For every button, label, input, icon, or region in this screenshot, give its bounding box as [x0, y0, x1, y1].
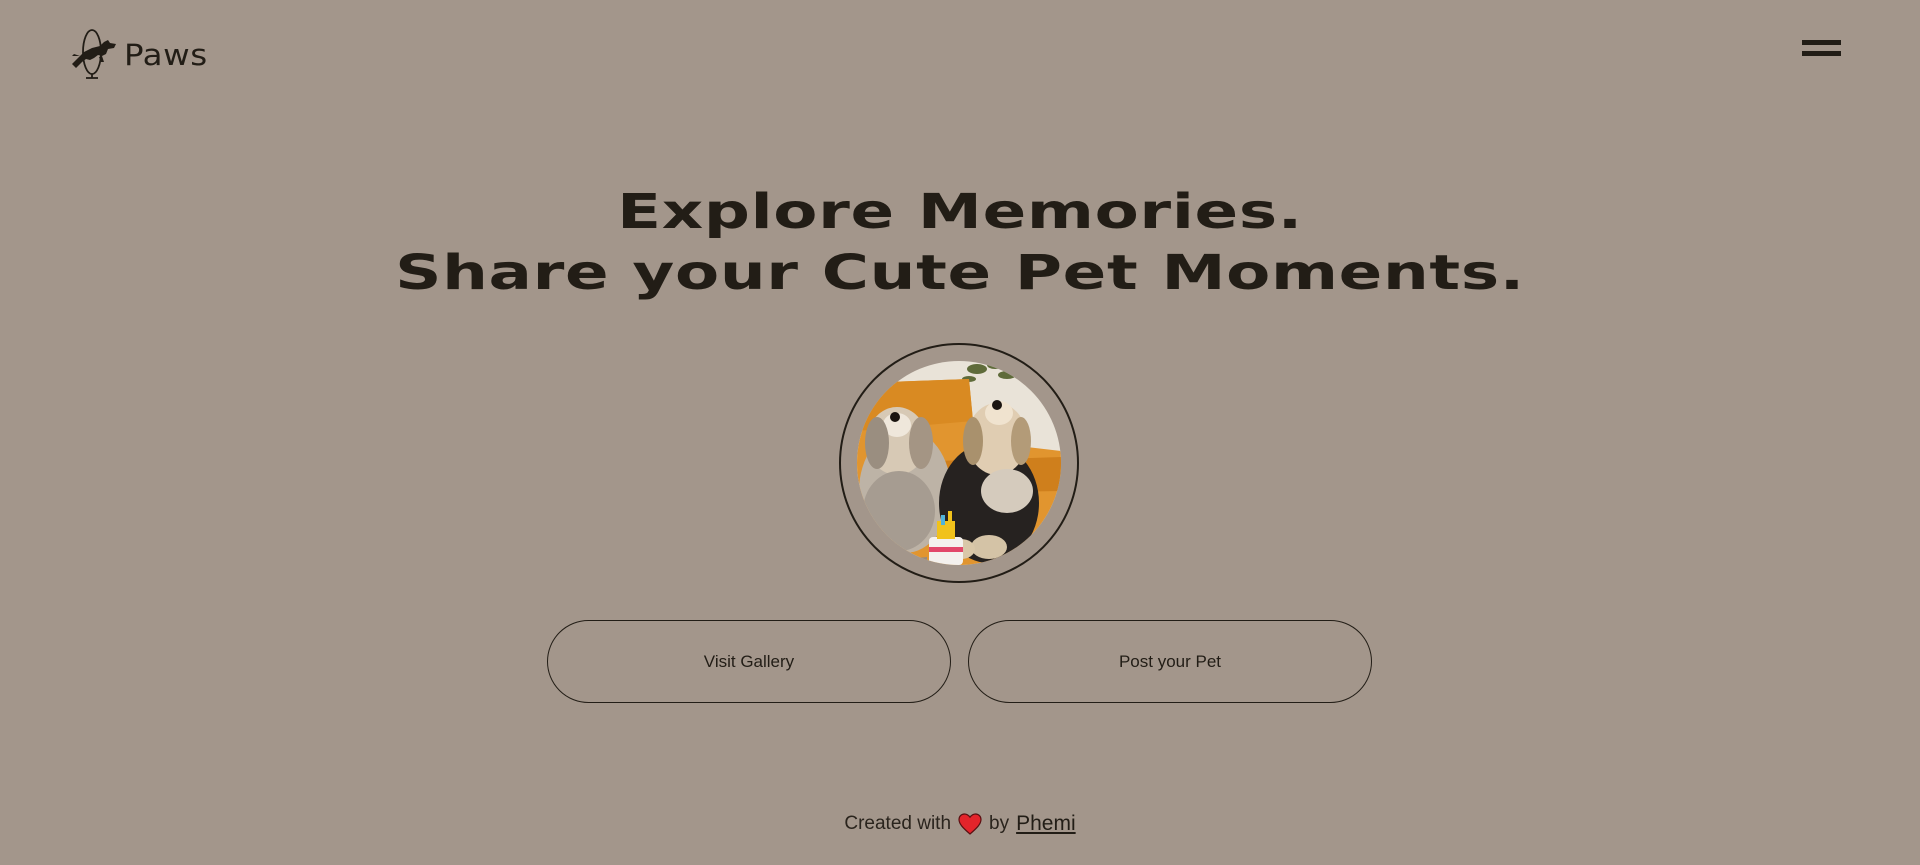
footer-created-with: Created with	[844, 813, 952, 834]
logo-text: Paws	[124, 37, 208, 72]
dogs-illustration	[857, 361, 1061, 565]
hero-title: Explore Memories. Share your Cute Pet Mo…	[0, 182, 1920, 304]
hero-title-line-1: Explore Memories.	[617, 184, 1303, 240]
site-footer: Created with by Phemi	[0, 812, 1920, 836]
footer-by-text: by	[989, 813, 1010, 834]
logo-link[interactable]: Paws	[68, 28, 207, 82]
author-link[interactable]: Phemi	[1016, 812, 1076, 836]
jumping-dog-hoop-icon	[72, 29, 116, 79]
post-your-pet-button[interactable]: Post your Pet	[968, 620, 1372, 703]
heart-icon	[958, 813, 982, 835]
hero-title-line-2: Share your Cute Pet Moments.	[395, 245, 1525, 301]
menu-bar-top	[1802, 40, 1841, 45]
site-header: Paws	[0, 0, 1920, 110]
hamburger-menu-button[interactable]	[1798, 36, 1842, 60]
pet-image-frame	[839, 343, 1079, 583]
menu-bar-bottom	[1802, 51, 1841, 56]
visit-gallery-button[interactable]: Visit Gallery	[547, 620, 951, 703]
pet-photo	[857, 361, 1061, 565]
